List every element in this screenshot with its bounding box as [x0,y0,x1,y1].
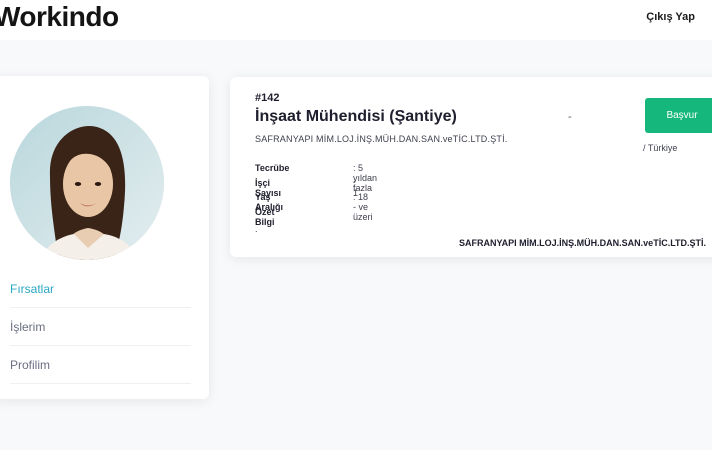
job-dash: - [568,111,572,123]
profile-sidebar-card: Fırsatlar İşlerim Profilim [0,76,209,399]
detail-value: : 18 - ve üzeri [353,192,373,222]
detail-label: Tecrübe [255,163,290,173]
job-title[interactable]: İnşaat Mühendisi (Şantiye) [255,108,457,126]
brand-logo[interactable]: Workindo [0,1,119,33]
avatar-photo [10,106,164,260]
sidebar-menu: Fırsatlar İşlerim Profilim [10,270,191,384]
summary-text: . [255,224,258,234]
avatar [10,106,164,260]
logout-link[interactable]: Çıkış Yap [646,11,695,23]
job-card: #142 İnşaat Mühendisi (Şantiye) SAFRANYA… [230,77,712,257]
footer-company-name: SAFRANYAPI MİM.LOJ.İNŞ.MÜH.DAN.SAN.veTİC… [459,238,707,248]
apply-button[interactable]: Başvur [645,98,712,133]
detail-label: Özet Bilgi [255,206,275,227]
top-navbar: Workindo Çıkış Yap [0,0,712,40]
sidebar-item-islerim[interactable]: İşlerim [10,308,191,346]
page-content: Fırsatlar İşlerim Profilim #142 İnşaat M… [0,40,712,450]
job-location: / Türkiye [643,143,678,153]
job-id: #142 [255,92,280,104]
sidebar-item-profilim[interactable]: Profilim [10,346,191,384]
company-name: SAFRANYAPI MİM.LOJ.İNŞ.MÜH.DAN.SAN.veTİC… [255,134,508,144]
sidebar-item-firsatlar[interactable]: Fırsatlar [10,270,191,308]
